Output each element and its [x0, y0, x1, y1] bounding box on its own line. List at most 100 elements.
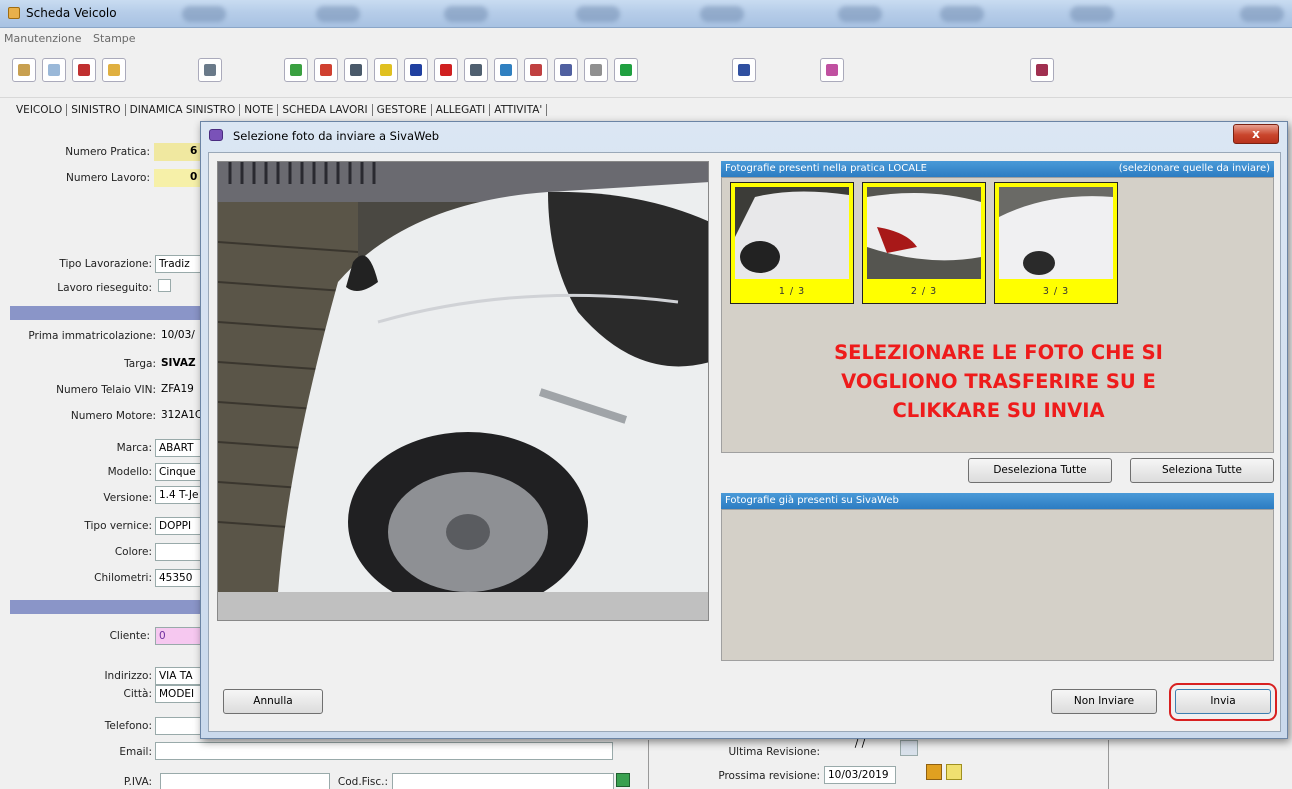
app-titlebar: Scheda Veicolo: [0, 0, 1292, 28]
menu-stampe[interactable]: Stampe: [93, 32, 136, 45]
codfisc-field[interactable]: [392, 773, 614, 789]
cart-icon[interactable]: [554, 58, 578, 82]
modello-label: Modello:: [107, 466, 152, 478]
car-icon[interactable]: [344, 58, 368, 82]
cliente-label: Cliente:: [109, 630, 150, 642]
colore-field[interactable]: [155, 543, 201, 561]
edit-icon[interactable]: [314, 58, 338, 82]
email-field[interactable]: [155, 742, 613, 760]
photo-thumbnail[interactable]: 3 / 3: [994, 182, 1118, 304]
dont-send-button[interactable]: Non Inviare: [1051, 689, 1157, 714]
codfisc-label: Cod.Fisc.:: [337, 776, 388, 788]
shoe-icon[interactable]: [404, 58, 428, 82]
new-document-icon[interactable]: [42, 58, 66, 82]
search-document-icon[interactable]: [102, 58, 126, 82]
marca-label: Marca:: [116, 442, 152, 454]
thumbnail-index: 2 / 3: [910, 286, 938, 297]
marca-field[interactable]: ABART: [155, 439, 201, 457]
lavoro-rieseguito-checkbox[interactable]: [158, 279, 171, 292]
indirizzo-label: Indirizzo:: [104, 670, 152, 682]
prima-immatricolazione-field[interactable]: 10/03/: [158, 327, 200, 345]
calendar-icon[interactable]: [900, 740, 918, 756]
thumbnail-image: [999, 187, 1113, 279]
tab-sinistro[interactable]: SINISTRO: [67, 104, 126, 116]
exit-icon[interactable]: [1030, 58, 1054, 82]
remote-photos-header: Fotografie già presenti su SivaWeb: [721, 493, 1274, 509]
close-button[interactable]: x: [1233, 124, 1279, 144]
motore-field[interactable]: 312A1C: [158, 407, 200, 425]
select-all-button[interactable]: Seleziona Tutte: [1130, 458, 1274, 483]
versione-field[interactable]: 1.4 T-Je: [155, 486, 201, 504]
local-photos-panel: 1 / 3 2 / 3 3 / 3 SELEZIONARE LE FOTO CH…: [721, 177, 1274, 453]
main-tabs: VEICOLO SINISTRO DINAMICA SINISTRO NOTE SCHE…: [12, 104, 548, 122]
tab-note[interactable]: NOTE: [240, 104, 279, 116]
tab-dinamica-sinistro[interactable]: DINAMICA SINISTRO: [126, 104, 241, 116]
chilometri-field[interactable]: 45350: [155, 569, 201, 587]
telaio-field[interactable]: ZFA19: [158, 381, 200, 399]
dialog-title: Selezione foto da inviare a SivaWeb: [233, 129, 440, 143]
tipo-vernice-select[interactable]: DOPPI: [155, 517, 201, 535]
paint-icon[interactable]: [374, 58, 398, 82]
first-aid-icon[interactable]: [434, 58, 458, 82]
citta-label: Città:: [123, 688, 152, 700]
delete-document-icon[interactable]: [72, 58, 96, 82]
photo-thumbnail[interactable]: 2 / 3: [862, 182, 986, 304]
check-icon[interactable]: [616, 773, 630, 787]
tools-icon[interactable]: [524, 58, 548, 82]
people-icon[interactable]: [284, 58, 308, 82]
document-icon[interactable]: [12, 58, 36, 82]
prossima-revisione-field[interactable]: 10/03/2019: [824, 766, 896, 784]
telefono-field[interactable]: [155, 717, 201, 735]
dialog-titlebar: Selezione foto da inviare a SivaWeb x: [201, 122, 1287, 150]
app-title: Scheda Veicolo: [26, 6, 117, 20]
sms-icon[interactable]: [820, 58, 844, 82]
photo-thumbnail[interactable]: 1 / 3: [730, 182, 854, 304]
pen-icon[interactable]: [494, 58, 518, 82]
tipo-lavorazione-select[interactable]: Tradiz: [155, 255, 201, 273]
lavoro-rieseguito-label: Lavoro rieseguito:: [57, 282, 152, 294]
citta-field[interactable]: MODEI: [155, 685, 201, 703]
deselect-all-button[interactable]: Deseleziona Tutte: [968, 458, 1112, 483]
numero-lavoro-label: Numero Lavoro:: [65, 172, 150, 184]
send-button[interactable]: Invia: [1175, 689, 1271, 714]
remote-photos-title: Fotografie già presenti su SivaWeb: [725, 495, 899, 506]
toolbar: [0, 48, 1292, 98]
phone-icon[interactable]: [732, 58, 756, 82]
piva-label: P.IVA:: [123, 776, 152, 788]
menu-bar: Manutenzione Stampe: [0, 28, 1292, 48]
thumbnail-image: [867, 187, 981, 279]
alert-icon[interactable]: [946, 764, 962, 780]
tab-allegati[interactable]: ALLEGATI: [432, 104, 491, 116]
cliente-field[interactable]: 0: [155, 627, 201, 645]
thumbnail-index: 1 / 3: [778, 286, 806, 297]
wrench-icon[interactable]: [584, 58, 608, 82]
modello-field[interactable]: Cinque: [155, 463, 201, 481]
colore-label: Colore:: [114, 546, 152, 558]
cancel-button[interactable]: Annulla: [223, 689, 323, 714]
instruction-notice: SELEZIONARE LE FOTO CHE SI VOGLIONO TRAS…: [722, 338, 1275, 425]
chilometri-label: Chilometri:: [94, 572, 152, 584]
prima-immatricolazione-label: Prima immatricolazione:: [28, 330, 156, 342]
menu-manutenzione[interactable]: Manutenzione: [4, 32, 82, 45]
tab-gestore[interactable]: GESTORE: [373, 104, 432, 116]
remote-photos-panel: [721, 509, 1274, 661]
tipo-vernice-label: Tipo vernice:: [84, 520, 152, 532]
numero-lavoro-field[interactable]: 0: [154, 169, 200, 187]
camera-icon[interactable]: [464, 58, 488, 82]
tipo-lavorazione-label: Tipo Lavorazione:: [59, 258, 152, 270]
motore-label: Numero Motore:: [70, 410, 156, 422]
tab-attivita[interactable]: ATTIVITA': [490, 104, 548, 116]
numero-pratica-field[interactable]: 6: [154, 143, 200, 161]
targa-field[interactable]: SIVAZ: [158, 355, 200, 373]
tab-veicolo[interactable]: VEICOLO: [12, 104, 68, 116]
telefono-label: Telefono:: [104, 720, 152, 732]
lock-icon[interactable]: [926, 764, 942, 780]
printer-icon[interactable]: [198, 58, 222, 82]
ultima-revisione-label: Ultima Revisione:: [728, 746, 820, 758]
tab-scheda-lavori[interactable]: SCHEDA LAVORI: [278, 104, 373, 116]
car-photo: [218, 162, 708, 620]
piva-field[interactable]: [160, 773, 330, 789]
photo-preview[interactable]: [217, 161, 709, 621]
excel-icon[interactable]: [614, 58, 638, 82]
indirizzo-field[interactable]: VIA TA: [155, 667, 201, 685]
